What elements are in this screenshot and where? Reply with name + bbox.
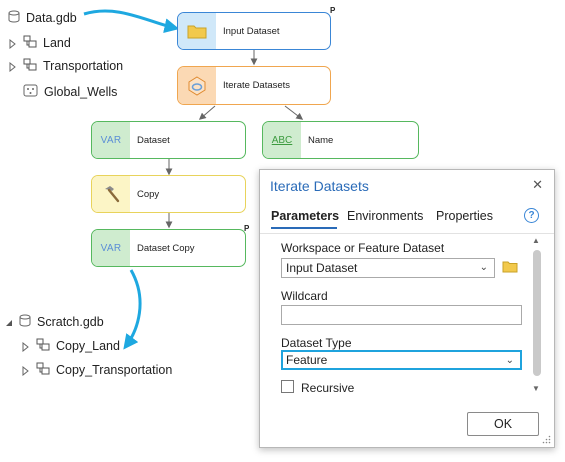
chevron-down-icon: ⌄ <box>505 355 514 366</box>
workspace-label: Workspace or Feature Dataset <box>281 241 445 255</box>
close-icon[interactable]: ✕ <box>532 177 543 193</box>
wildcard-input[interactable] <box>281 305 522 325</box>
parameter-marker: P <box>330 6 336 15</box>
tab-divider <box>260 233 554 234</box>
hammer-icon <box>92 176 130 212</box>
help-icon[interactable]: ? <box>524 208 539 223</box>
wildcard-label: Wildcard <box>281 289 328 303</box>
tab-properties[interactable]: Properties <box>436 209 493 223</box>
workspace-value: Input Dataset <box>286 261 358 275</box>
workspace-dropdown[interactable]: Input Dataset ⌄ <box>281 258 495 278</box>
browse-folder-icon[interactable] <box>502 260 518 278</box>
connector-iterate-dataset <box>198 105 216 120</box>
drag-arrow-to-scratch <box>123 269 142 350</box>
node-name[interactable]: ABC Name <box>262 121 419 159</box>
node-copy[interactable]: Copy <box>91 175 246 213</box>
scroll-up-icon[interactable]: ▲ <box>532 236 540 245</box>
node-label: Copy <box>137 188 160 200</box>
parameter-marker: P <box>244 224 250 233</box>
drag-arrow-to-input <box>83 9 180 34</box>
node-label: Name <box>308 134 334 146</box>
ok-button[interactable]: OK <box>467 412 539 436</box>
resize-grip-icon[interactable] <box>542 435 551 444</box>
tab-parameters[interactable]: Parameters <box>271 209 339 223</box>
folder-icon <box>178 13 216 49</box>
dialog-title: Iterate Datasets <box>270 178 369 194</box>
node-label: Iterate Datasets <box>223 80 291 91</box>
dataset-type-value: Feature <box>286 353 328 367</box>
node-dataset[interactable]: VAR Dataset <box>91 121 246 159</box>
scrollbar-thumb[interactable] <box>533 250 541 376</box>
dataset-type-dropdown[interactable]: Feature ⌄ <box>281 350 522 370</box>
node-label: Dataset Copy <box>137 242 195 254</box>
parameters-scrollbar[interactable]: ▲ ▼ <box>531 236 543 396</box>
variable-icon: VAR <box>92 230 130 266</box>
tab-environments[interactable]: Environments <box>347 209 423 223</box>
recursive-label: Recursive <box>301 381 355 395</box>
string-variable-icon: ABC <box>263 122 301 158</box>
chevron-down-icon: ⌄ <box>479 262 488 273</box>
iterator-icon <box>178 67 216 104</box>
node-dataset-copy[interactable]: VAR Dataset Copy <box>91 229 246 267</box>
active-tab-indicator <box>271 227 337 229</box>
node-input-dataset[interactable]: Input Dataset <box>177 12 331 50</box>
iterate-datasets-dialog: Iterate Datasets ✕ Parameters Environmen… <box>259 169 555 448</box>
node-label: Input Dataset <box>223 25 280 37</box>
scroll-down-icon[interactable]: ▼ <box>532 384 540 393</box>
connector-iterate-name <box>284 105 304 120</box>
dataset-type-label: Dataset Type <box>281 336 352 350</box>
node-label: Dataset <box>137 134 170 146</box>
recursive-checkbox[interactable] <box>281 380 294 393</box>
node-iterate-datasets[interactable]: Iterate Datasets <box>177 66 331 105</box>
variable-icon: VAR <box>92 122 130 158</box>
